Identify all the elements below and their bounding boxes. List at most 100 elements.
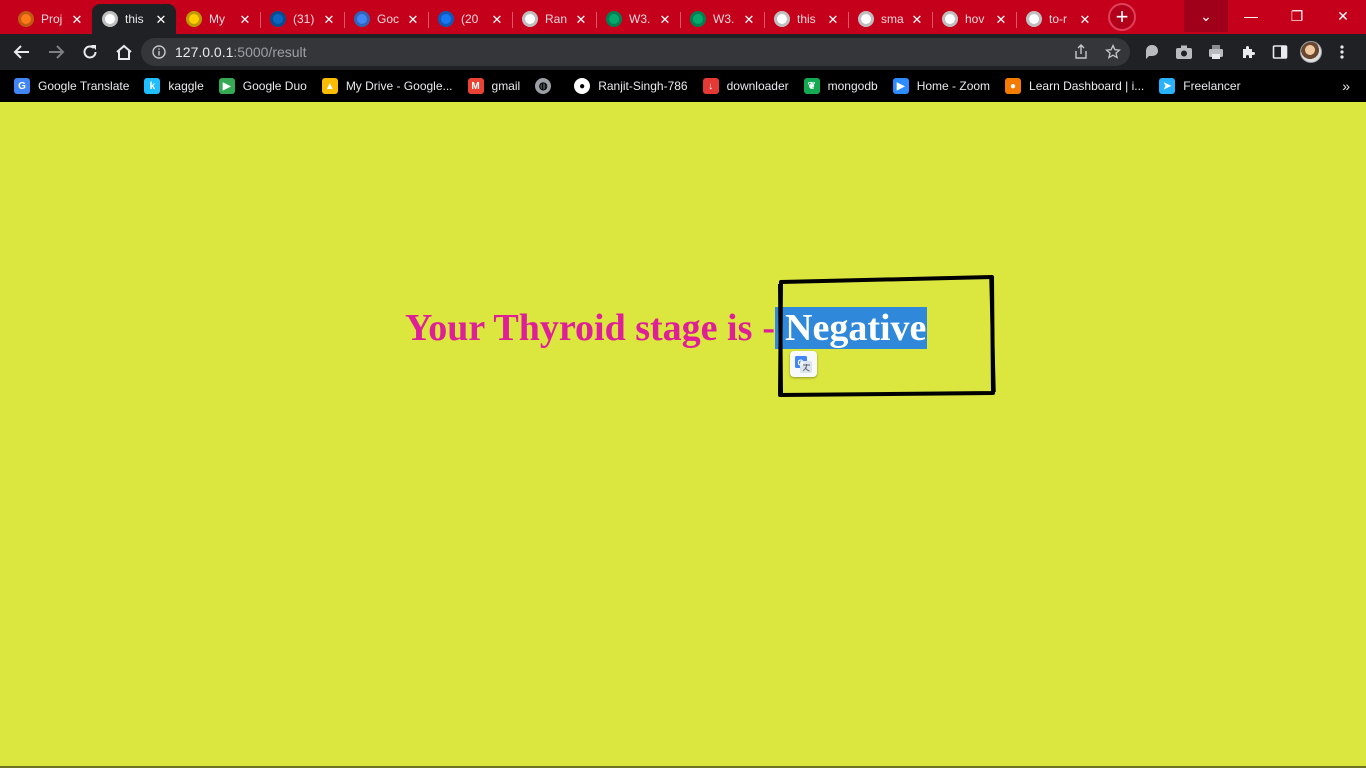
tab-strip: Proj ✕ this ✕ My ✕ (31) ✕ Goc ✕ (20 ✕ Ran ✕ W3. ✕ W3. ✕ th…: [0, 0, 1366, 34]
url-host: 127.0.0.1: [175, 44, 234, 60]
restore-button[interactable]: ❐: [1274, 0, 1320, 32]
bookmarks-overflow-button[interactable]: »: [1342, 78, 1350, 94]
close-window-button[interactable]: ✕: [1320, 0, 1366, 32]
tab-close-icon[interactable]: ✕: [742, 12, 756, 26]
cube-icon: [1026, 11, 1042, 27]
menu-kebab-icon[interactable]: [1330, 40, 1354, 64]
share-icon[interactable]: [1072, 43, 1090, 61]
tab-close-icon[interactable]: ✕: [658, 12, 672, 26]
puzzle-extensions-icon[interactable]: [1236, 40, 1260, 64]
bookmark-item[interactable]: k kaggle: [144, 78, 204, 94]
globe-icon: [774, 11, 790, 27]
bookmark-label: kaggle: [168, 79, 204, 93]
tab-search-button[interactable]: ⌄: [1184, 0, 1228, 32]
tab-5[interactable]: (20 ✕: [428, 4, 512, 34]
tab-close-icon[interactable]: ✕: [322, 12, 336, 26]
tab-close-icon[interactable]: ✕: [154, 12, 168, 26]
tab-4[interactable]: Goc ✕: [344, 4, 428, 34]
bookmark-item[interactable]: ↓ downloader: [702, 78, 789, 94]
tab-1[interactable]: this ✕: [92, 4, 176, 34]
tab-list: Proj ✕ this ✕ My ✕ (31) ✕ Goc ✕ (20 ✕ Ran ✕ W3. ✕ W3. ✕ th…: [0, 0, 1136, 34]
bookmark-item[interactable]: ◍: [535, 78, 559, 94]
globe-icon: ◍: [535, 78, 552, 94]
w3schools-icon: [606, 11, 622, 27]
globe-icon: [102, 11, 118, 27]
new-tab-button[interactable]: +: [1108, 3, 1136, 31]
bookmark-star-icon[interactable]: [1104, 43, 1122, 61]
site-info-icon[interactable]: [151, 44, 167, 60]
tab-title: W3.: [713, 12, 735, 26]
home-button[interactable]: [108, 36, 140, 68]
tab-close-icon[interactable]: ✕: [70, 12, 84, 26]
bookmark-label: Ranjit-Singh-786: [598, 79, 688, 93]
tab-title: Ran: [545, 12, 568, 26]
bookmark-label: downloader: [726, 79, 789, 93]
tab-close-icon[interactable]: ✕: [490, 12, 504, 26]
tab-8[interactable]: W3. ✕: [680, 4, 764, 34]
tab-title: sma: [881, 12, 904, 26]
tab-close-icon[interactable]: ✕: [994, 12, 1008, 26]
tab-2[interactable]: My ✕: [176, 4, 260, 34]
google-translate-icon: G: [14, 78, 30, 94]
mongodb-leaf-icon: ❦: [803, 78, 820, 94]
heading-label: Your Thyroid stage is: [405, 307, 753, 349]
close-icon: ✕: [1337, 7, 1349, 24]
profile-avatar[interactable]: [1300, 41, 1322, 63]
tab-close-icon[interactable]: ✕: [910, 12, 924, 26]
kaggle-icon: k: [144, 78, 161, 94]
tab-close-icon[interactable]: ✕: [406, 12, 420, 26]
freelancer-icon: ➤: [1159, 78, 1176, 94]
tab-close-icon[interactable]: ✕: [1078, 12, 1092, 26]
reload-button[interactable]: [74, 36, 106, 68]
chevron-down-icon: ⌄: [1200, 7, 1212, 24]
page-content: Your Thyroid stage is - Negative G: [0, 102, 1366, 768]
google-duo-icon: ▶: [218, 78, 235, 94]
bookmark-item[interactable]: ▶ Google Duo: [218, 78, 307, 94]
home-icon: [116, 44, 132, 60]
bookmark-item[interactable]: G Google Translate: [14, 78, 129, 94]
google-translate-popup-icon[interactable]: G: [790, 351, 817, 377]
tab-close-icon[interactable]: ✕: [238, 12, 252, 26]
bookmark-item[interactable]: ● Ranjit-Singh-786: [574, 78, 688, 94]
back-button[interactable]: [6, 36, 38, 68]
bookmark-item[interactable]: ▲ My Drive - Google...: [321, 78, 453, 94]
tab-close-icon[interactable]: ✕: [574, 12, 588, 26]
tab-12[interactable]: to-r ✕: [1016, 4, 1100, 34]
linkedin-icon: [270, 11, 286, 27]
tab-title: (31): [293, 12, 315, 26]
url-path: :5000/result: [233, 44, 307, 60]
arrow-right-icon: [49, 45, 65, 59]
tab-6[interactable]: Ran ✕: [512, 4, 596, 34]
print-extension-icon[interactable]: [1204, 40, 1228, 64]
facebook-icon: [438, 11, 454, 27]
leaf-extension-icon[interactable]: [1140, 40, 1164, 64]
tab-title: hov: [965, 12, 985, 26]
bookmark-item[interactable]: ▶ Home - Zoom: [892, 78, 990, 94]
tab-title: this: [125, 12, 144, 26]
forward-button[interactable]: [40, 36, 72, 68]
url-text: 127.0.0.1:5000/result: [175, 44, 307, 60]
camera-extension-icon[interactable]: [1172, 40, 1196, 64]
bookmark-label: Google Duo: [242, 79, 307, 93]
tab-11[interactable]: hov ✕: [932, 4, 1016, 34]
extensions-area: [1140, 40, 1354, 64]
globe-icon: [858, 11, 874, 27]
address-bar[interactable]: 127.0.0.1:5000/result: [141, 38, 1130, 66]
reload-icon: [83, 45, 97, 59]
tab-title: (20: [461, 12, 479, 26]
minimize-button[interactable]: —: [1228, 0, 1274, 32]
svg-text:G: G: [798, 358, 804, 367]
bookmark-item[interactable]: ➤ Freelancer: [1159, 78, 1241, 94]
tab-9[interactable]: this ✕: [764, 4, 848, 34]
bookmarks-bar: G Google Translate k kaggle ▶ Google Duo ▲ My D…: [0, 70, 1366, 102]
bookmark-item[interactable]: Mgmail: [467, 78, 520, 94]
bookmark-item[interactable]: ❦ mongodb: [803, 78, 878, 94]
tab-10[interactable]: sma ✕: [848, 4, 932, 34]
google-icon: [942, 11, 958, 27]
side-panel-icon[interactable]: [1268, 40, 1292, 64]
tab-7[interactable]: W3. ✕: [596, 4, 680, 34]
tab-0[interactable]: Proj ✕: [8, 4, 92, 34]
tab-3[interactable]: (31) ✕: [260, 4, 344, 34]
tab-close-icon[interactable]: ✕: [826, 12, 840, 26]
bookmark-item[interactable]: ● Learn Dashboard | i...: [1005, 78, 1144, 94]
